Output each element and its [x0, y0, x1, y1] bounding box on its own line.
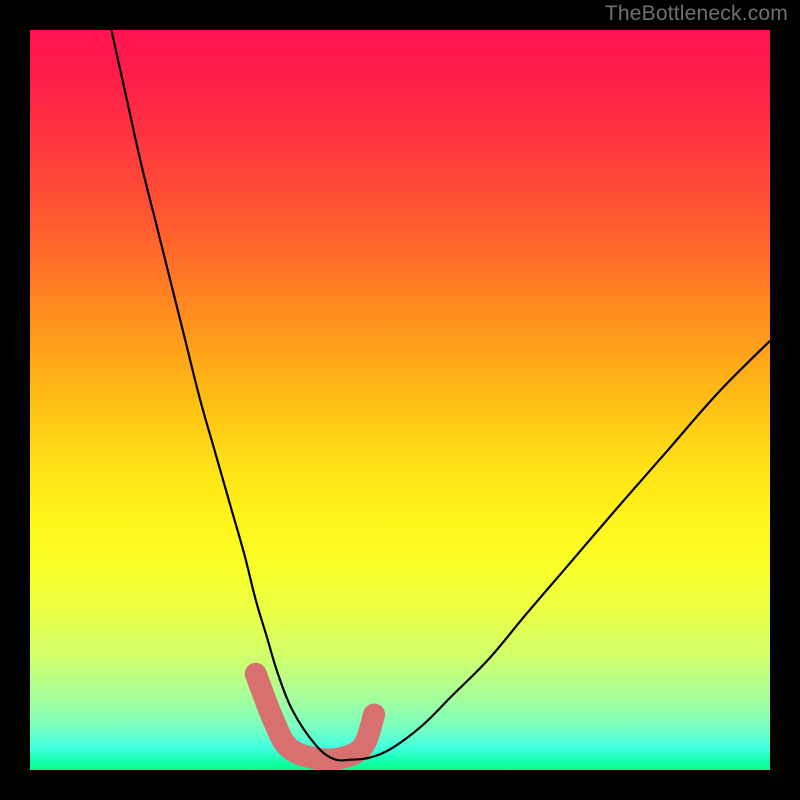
- highlight-band: [256, 674, 374, 760]
- chart-frame: TheBottleneck.com: [0, 0, 800, 800]
- curve-layer: [30, 30, 770, 770]
- bottleneck-curve: [111, 30, 770, 760]
- watermark-text: TheBottleneck.com: [605, 2, 788, 26]
- plot-area: [30, 30, 770, 770]
